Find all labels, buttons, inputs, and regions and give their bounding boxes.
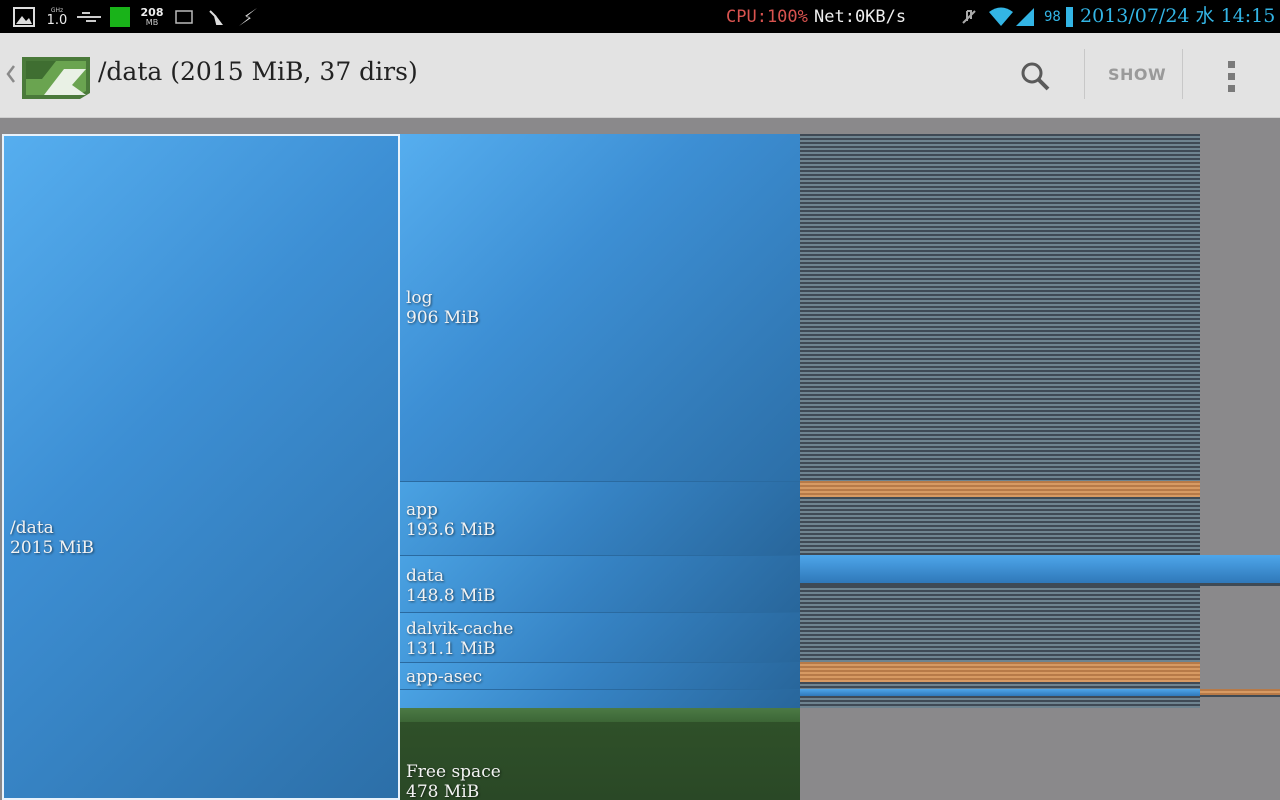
tile-name: /data — [10, 518, 54, 538]
treemap-tile-data[interactable]: data 148.8 MiB — [400, 555, 800, 612]
cleaner-icon — [206, 6, 226, 28]
action-divider — [1182, 49, 1183, 99]
app-logo-icon[interactable] — [20, 49, 92, 101]
tile-name: app-asec — [406, 667, 483, 687]
show-button[interactable]: SHOW — [1108, 65, 1166, 84]
treemap-files-dalvik-cache[interactable] — [800, 586, 1200, 662]
treemap-tile-misc[interactable] — [400, 689, 800, 708]
signal-icon — [1014, 6, 1036, 28]
cpu-speed-indicator: GHz 1.0 — [46, 6, 68, 28]
battery-icon — [1064, 6, 1074, 28]
network-speed-text: Net:0KB/s — [814, 7, 907, 27]
tile-name: Free space — [406, 762, 501, 782]
back-chevron-icon[interactable] — [6, 63, 16, 85]
treemap-files-app-asec-misc[interactable] — [800, 682, 1200, 689]
overflow-menu-icon[interactable] — [1222, 59, 1242, 95]
wifi-icon — [988, 6, 1014, 28]
search-icon[interactable] — [1018, 59, 1052, 93]
tile-size: 193.6 MiB — [406, 520, 496, 540]
treemap-files-log[interactable] — [800, 134, 1200, 481]
tile-size: 906 MiB — [406, 308, 480, 328]
ram-indicator: 208 MB — [140, 6, 164, 28]
treemap-tile-app[interactable]: app 193.6 MiB — [400, 481, 800, 555]
screen-icon — [174, 6, 194, 28]
treemap: /data 2015 MiB log 906 MiB app 193.6 MiB… — [0, 118, 1280, 800]
tile-name: log — [406, 288, 433, 308]
clock-text: 2013/07/24 水 14:15 — [1080, 5, 1276, 27]
cpu-speed-value: 1.0 — [46, 12, 68, 28]
page-title: /data (2015 MiB, 37 dirs) — [98, 57, 418, 86]
tile-name: dalvik-cache — [406, 619, 514, 639]
treemap-files-edge — [1200, 695, 1280, 697]
battery-level-text: 98 — [1044, 9, 1061, 25]
tile-size: 478 MiB — [406, 782, 480, 800]
treemap-files-app-asec[interactable] — [800, 662, 1200, 682]
treemap-files-misc[interactable] — [800, 696, 1200, 708]
treemap-files-app[interactable] — [800, 497, 1200, 555]
treemap-files-app-apk[interactable] — [800, 481, 1200, 497]
ram-unit: MB — [145, 18, 159, 27]
ram-value: 208 — [140, 6, 164, 19]
lightning-icon — [236, 6, 260, 28]
tile-size: 131.1 MiB — [406, 639, 496, 659]
tile-size: 2015 MiB — [10, 538, 95, 558]
action-divider — [1084, 49, 1085, 99]
tile-size: 148.8 MiB — [406, 586, 496, 606]
tile-name: data — [406, 566, 444, 586]
tile-name: app — [406, 500, 438, 520]
treemap-root-tile[interactable]: /data 2015 MiB — [2, 134, 400, 800]
cpu-usage-text: CPU:100% — [726, 7, 808, 27]
status-bar: GHz 1.0 208 MB CPU:100% Net:0KB/s 98 201… — [0, 0, 1280, 33]
gallery-icon — [12, 6, 36, 28]
green-square-icon — [110, 6, 130, 28]
treemap-tile-dalvik-cache[interactable]: dalvik-cache 131.1 MiB — [400, 612, 800, 662]
treemap-tile-free-space[interactable]: Free space 478 MiB — [400, 708, 800, 800]
treemap-files-misc-blue[interactable] — [800, 689, 1200, 696]
usb-icon — [76, 6, 102, 28]
treemap-tile-app-asec[interactable]: app-asec — [400, 662, 800, 689]
treemap-tile-log[interactable]: log 906 MiB — [400, 134, 800, 481]
treemap-files-data[interactable] — [800, 555, 1280, 583]
mute-icon — [958, 6, 980, 28]
action-bar: /data (2015 MiB, 37 dirs) SHOW — [0, 33, 1280, 118]
